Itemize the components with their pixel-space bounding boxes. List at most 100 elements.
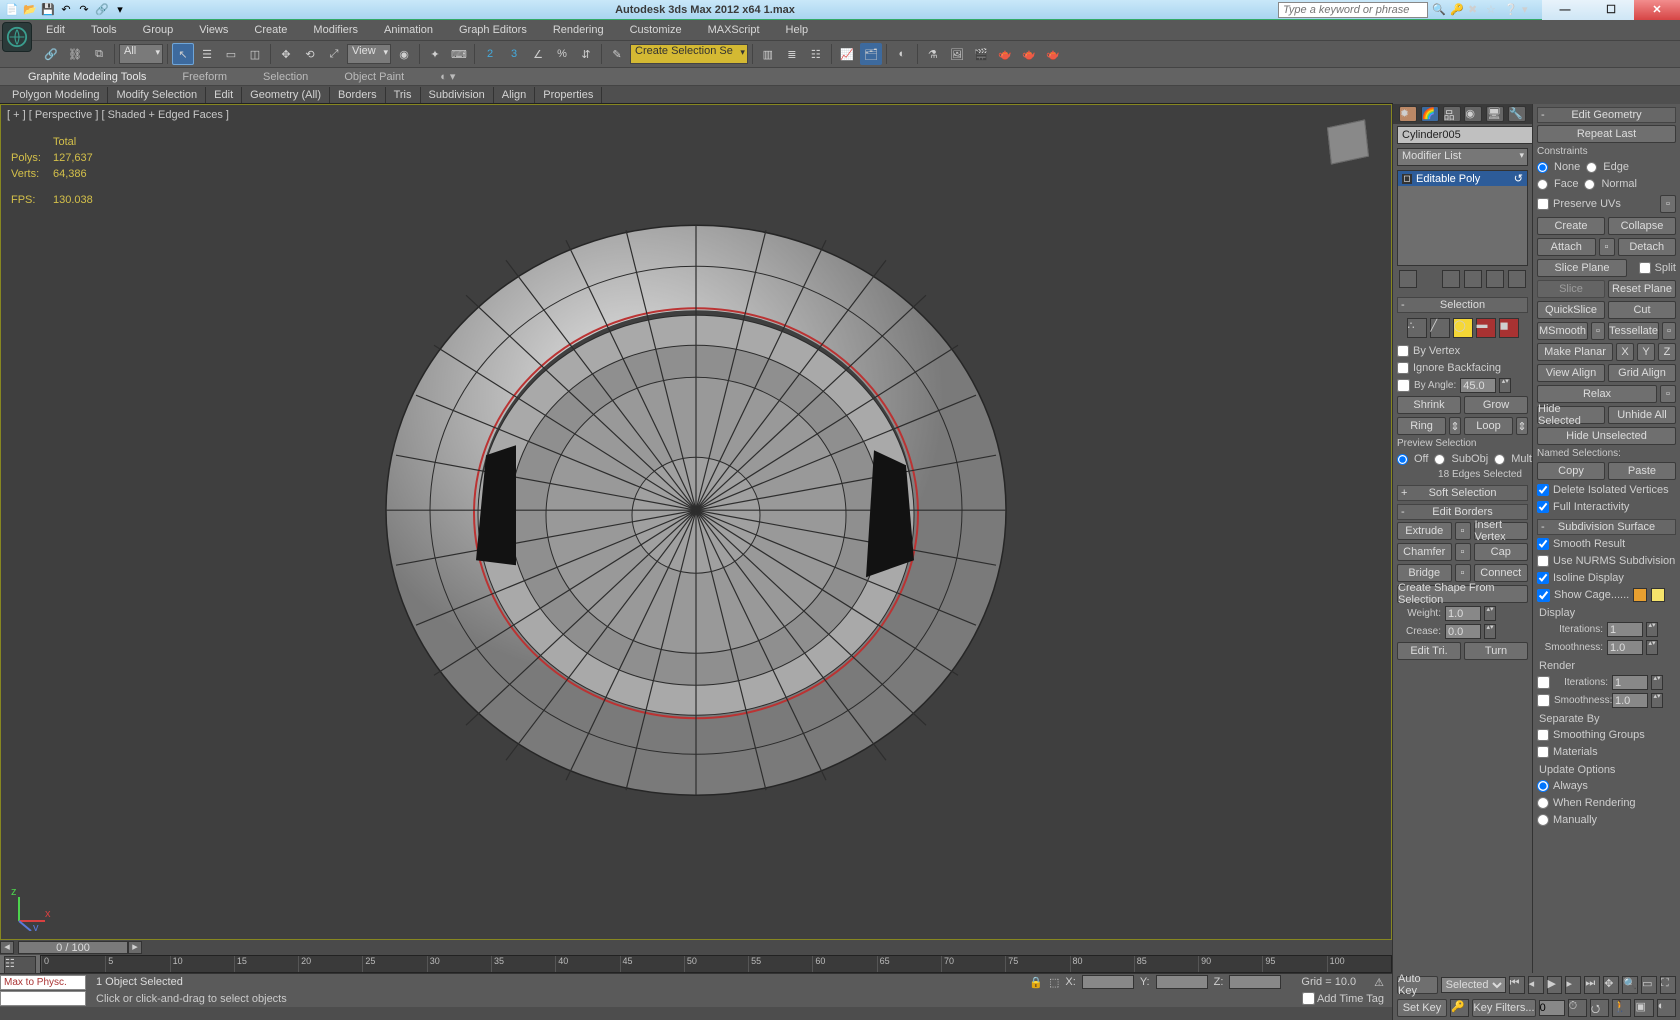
menu-animation[interactable]: Animation bbox=[372, 22, 445, 38]
rollout-editborders[interactable]: -Edit Borders bbox=[1397, 504, 1528, 520]
spinner-icon[interactable]: ▴▾ bbox=[1484, 624, 1496, 639]
autokey-button[interactable]: Auto Key bbox=[1397, 976, 1438, 994]
time-config-icon[interactable]: ⏱ bbox=[1568, 999, 1587, 1017]
preview-multi-radio[interactable] bbox=[1494, 454, 1505, 465]
createshape-button[interactable]: Create Shape From Selection bbox=[1397, 585, 1528, 603]
smoothresult-checkbox[interactable] bbox=[1537, 538, 1549, 550]
copy-button[interactable]: Copy bbox=[1537, 462, 1605, 480]
snap-2d-icon[interactable]: 2 bbox=[479, 43, 501, 65]
qat-open-icon[interactable]: 📂 bbox=[22, 2, 38, 18]
viewport[interactable]: [ + ] [ Perspective ] [ Shaded + Edged F… bbox=[0, 104, 1392, 940]
planar-x-button[interactable]: X bbox=[1616, 343, 1634, 361]
select-object-icon[interactable]: ↖ bbox=[172, 43, 194, 65]
tab-freeform[interactable]: Freeform bbox=[164, 69, 245, 85]
extrude-settings-icon[interactable]: ▫ bbox=[1455, 522, 1471, 540]
cage-color1-swatch[interactable] bbox=[1633, 588, 1647, 602]
fullint-checkbox[interactable] bbox=[1537, 501, 1549, 513]
menu-views[interactable]: Views bbox=[187, 22, 240, 38]
rollout-subdiv[interactable]: -Subdivision Surface bbox=[1537, 519, 1676, 535]
panel-subdivision[interactable]: Subdivision bbox=[421, 87, 494, 103]
z-input[interactable] bbox=[1229, 975, 1281, 989]
render-smooth-checkbox[interactable] bbox=[1537, 694, 1550, 707]
tab-graphite[interactable]: Graphite Modeling Tools bbox=[10, 69, 164, 85]
link-icon[interactable]: 🔗 bbox=[40, 43, 62, 65]
render-iter-checkbox[interactable] bbox=[1537, 676, 1550, 689]
goto-start-icon[interactable]: ⏮ bbox=[1509, 976, 1525, 994]
render-setup-icon[interactable]: ⚗ bbox=[922, 43, 944, 65]
play-icon[interactable]: ▶ bbox=[1547, 976, 1563, 994]
minimize-button[interactable]: — bbox=[1542, 0, 1588, 20]
percent-snap-icon[interactable]: % bbox=[551, 43, 573, 65]
panel-edit[interactable]: Edit bbox=[206, 87, 242, 103]
select-rect-icon[interactable]: ▭ bbox=[220, 43, 242, 65]
isoline-checkbox[interactable] bbox=[1537, 572, 1549, 584]
qat-undo-icon[interactable]: ↶ bbox=[58, 2, 74, 18]
pin-stack-icon[interactable] bbox=[1399, 270, 1417, 288]
loop-spin-icon[interactable]: ⇕ bbox=[1516, 417, 1528, 435]
makeplanar-button[interactable]: Make Planar bbox=[1537, 343, 1613, 361]
element-subobj-icon[interactable]: ◼ bbox=[1499, 318, 1519, 338]
manipulate-icon[interactable]: ✦ bbox=[424, 43, 446, 65]
preview-off-radio[interactable] bbox=[1397, 454, 1408, 465]
menu-help[interactable]: Help bbox=[774, 22, 821, 38]
object-name-input[interactable] bbox=[1397, 126, 1549, 144]
render-prod-icon[interactable]: 🎬 bbox=[970, 43, 992, 65]
cage-color2-swatch[interactable] bbox=[1651, 588, 1665, 602]
ren-iter-input[interactable] bbox=[1612, 675, 1648, 690]
selection-filter-dropdown[interactable]: All bbox=[119, 44, 163, 64]
tessellate-button[interactable]: Tessellate bbox=[1608, 322, 1659, 340]
keyfilters-button[interactable]: Key Filters... bbox=[1472, 999, 1535, 1017]
update-always-radio[interactable] bbox=[1537, 780, 1549, 792]
tab-selection[interactable]: Selection bbox=[245, 69, 326, 85]
msmooth-settings-icon[interactable]: ▫ bbox=[1591, 322, 1605, 340]
ring-button[interactable]: Ring bbox=[1397, 417, 1446, 435]
app-menu-icon[interactable] bbox=[2, 22, 32, 52]
maximize-button[interactable]: ☐ bbox=[1588, 0, 1634, 20]
setkey-button[interactable]: Set Key bbox=[1397, 999, 1447, 1017]
turn-button[interactable]: Turn bbox=[1464, 642, 1528, 660]
move-icon[interactable]: ✥ bbox=[275, 43, 297, 65]
border-subobj-icon[interactable]: ◯ bbox=[1453, 318, 1473, 338]
isolate-icon[interactable]: ⚠ bbox=[1374, 976, 1384, 989]
extrude-button[interactable]: Extrude bbox=[1397, 522, 1452, 540]
binoculars-icon[interactable]: 🔍 bbox=[1432, 3, 1446, 17]
create-tab-icon[interactable]: ✹ bbox=[1399, 106, 1417, 122]
stack-expand-icon[interactable]: ◻ bbox=[1402, 174, 1412, 184]
constraint-face-radio[interactable] bbox=[1537, 179, 1548, 190]
tab-objectpaint[interactable]: Object Paint bbox=[326, 69, 422, 85]
by-angle-checkbox[interactable] bbox=[1397, 379, 1410, 392]
align-icon[interactable]: ≣ bbox=[781, 43, 803, 65]
chamfer-button[interactable]: Chamfer bbox=[1397, 543, 1452, 561]
star-icon[interactable]: ☆ bbox=[1486, 3, 1500, 17]
menu-modifiers[interactable]: Modifiers bbox=[301, 22, 370, 38]
relax-settings-icon[interactable]: ▫ bbox=[1660, 385, 1676, 403]
menu-customize[interactable]: Customize bbox=[618, 22, 694, 38]
make-unique-icon[interactable] bbox=[1464, 270, 1482, 288]
create-button[interactable]: Create bbox=[1537, 217, 1605, 235]
hidesel-button[interactable]: Hide Selected bbox=[1537, 406, 1605, 424]
window-crossing-icon[interactable]: ◫ bbox=[244, 43, 266, 65]
unlink-icon[interactable]: ⛓ bbox=[64, 43, 86, 65]
nav-arc-icon[interactable]: ◐ bbox=[1657, 999, 1676, 1017]
attach-button[interactable]: Attach bbox=[1537, 238, 1596, 256]
nav-pan-icon[interactable]: ✥ bbox=[1603, 976, 1619, 994]
edge-subobj-icon[interactable]: ╱ bbox=[1430, 318, 1450, 338]
deliso-checkbox[interactable] bbox=[1537, 484, 1549, 496]
panel-geometry[interactable]: Geometry (All) bbox=[242, 87, 330, 103]
search-input[interactable] bbox=[1278, 2, 1428, 18]
nav-max-icon[interactable]: ▣ bbox=[1634, 999, 1653, 1017]
time-next-icon[interactable]: ▸ bbox=[128, 941, 142, 954]
nav-fov-icon[interactable]: ▭ bbox=[1641, 976, 1657, 994]
editnamedsel-icon[interactable]: ✎ bbox=[606, 43, 628, 65]
schematic-icon[interactable]: 🗂 bbox=[860, 43, 882, 65]
modify-tab-icon[interactable]: 🌈 bbox=[1421, 106, 1439, 122]
split-checkbox[interactable] bbox=[1639, 262, 1651, 274]
disp-iter-input[interactable] bbox=[1607, 622, 1643, 637]
angle-snap-icon[interactable]: ∠ bbox=[527, 43, 549, 65]
exchange-icon[interactable]: ✖ bbox=[1468, 3, 1482, 17]
menu-edit[interactable]: Edit bbox=[34, 22, 77, 38]
timetag-checkbox[interactable] bbox=[1302, 992, 1315, 1005]
spinner-snap-icon[interactable]: ⇵ bbox=[575, 43, 597, 65]
rollout-softsel[interactable]: +Soft Selection bbox=[1397, 485, 1528, 501]
preserveuvs-settings-icon[interactable]: ▫ bbox=[1660, 195, 1676, 213]
